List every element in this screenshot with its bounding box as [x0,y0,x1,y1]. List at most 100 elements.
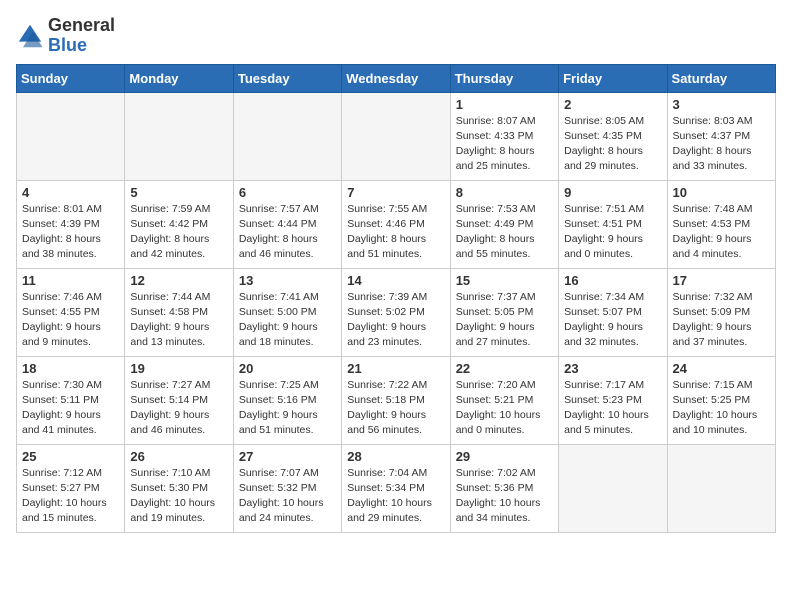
day-number: 19 [130,361,227,376]
logo-text-line2: Blue [48,36,115,56]
calendar-cell [125,92,233,180]
day-header-wednesday: Wednesday [342,64,450,92]
day-info: Sunrise: 7:22 AM Sunset: 5:18 PM Dayligh… [347,378,444,439]
day-number: 15 [456,273,553,288]
day-number: 11 [22,273,119,288]
day-info: Sunrise: 7:02 AM Sunset: 5:36 PM Dayligh… [456,466,553,527]
calendar-cell: 14 Sunrise: 7:39 AM Sunset: 5:02 PM Dayli… [342,268,450,356]
calendar-cell: 7Sunrise: 7:55 AM Sunset: 4:46 PM Daylig… [342,180,450,268]
day-header-sunday: Sunday [17,64,125,92]
day-info: Sunrise: 8:03 AM Sunset: 4:37 PM Dayligh… [673,114,770,175]
calendar-cell: 17 Sunrise: 7:32 AM Sunset: 5:09 PM Dayli… [667,268,775,356]
calendar-cell: 19 Sunrise: 7:27 AM Sunset: 5:14 PM Dayli… [125,356,233,444]
day-header-saturday: Saturday [667,64,775,92]
calendar-cell: 23 Sunrise: 7:17 AM Sunset: 5:23 PM Dayli… [559,356,667,444]
day-number: 2 [564,97,661,112]
day-info: Sunrise: 7:10 AM Sunset: 5:30 PM Dayligh… [130,466,227,527]
day-number: 6 [239,185,336,200]
calendar-cell: 1Sunrise: 8:07 AM Sunset: 4:33 PM Daylig… [450,92,558,180]
day-number: 16 [564,273,661,288]
calendar-week-3: 11 Sunrise: 7:46 AM Sunset: 4:55 PM Dayli… [17,268,776,356]
calendar-cell [559,444,667,532]
calendar-cell [233,92,341,180]
calendar-cell [667,444,775,532]
calendar-cell: 5 Sunrise: 7:59 AM Sunset: 4:42 PM Daylig… [125,180,233,268]
calendar-cell: 29Sunrise: 7:02 AM Sunset: 5:36 PM Dayli… [450,444,558,532]
day-number: 23 [564,361,661,376]
day-info: Sunrise: 7:53 AM Sunset: 4:49 PM Dayligh… [456,202,553,263]
day-number: 22 [456,361,553,376]
calendar-cell: 25Sunrise: 7:12 AM Sunset: 5:27 PM Dayli… [17,444,125,532]
day-info: Sunrise: 8:05 AM Sunset: 4:35 PM Dayligh… [564,114,661,175]
calendar-cell: 4 Sunrise: 8:01 AM Sunset: 4:39 PM Daylig… [17,180,125,268]
day-number: 9 [564,185,661,200]
day-number: 21 [347,361,444,376]
day-info: Sunrise: 7:46 AM Sunset: 4:55 PM Dayligh… [22,290,119,351]
calendar-cell: 10Sunrise: 7:48 AM Sunset: 4:53 PM Dayli… [667,180,775,268]
day-info: Sunrise: 7:32 AM Sunset: 5:09 PM Dayligh… [673,290,770,351]
calendar-cell: 24 Sunrise: 7:15 AM Sunset: 5:25 PM Dayli… [667,356,775,444]
day-number: 3 [673,97,770,112]
day-info: Sunrise: 7:37 AM Sunset: 5:05 PM Dayligh… [456,290,553,351]
calendar-table: SundayMondayTuesdayWednesdayThursdayFrid… [16,64,776,533]
day-number: 5 [130,185,227,200]
calendar-cell: 9 Sunrise: 7:51 AM Sunset: 4:51 PM Daylig… [559,180,667,268]
day-number: 24 [673,361,770,376]
day-info: Sunrise: 7:51 AM Sunset: 4:51 PM Dayligh… [564,202,661,263]
page-header: General Blue [16,16,776,56]
calendar-week-2: 4 Sunrise: 8:01 AM Sunset: 4:39 PM Daylig… [17,180,776,268]
day-info: Sunrise: 8:07 AM Sunset: 4:33 PM Dayligh… [456,114,553,175]
day-number: 14 [347,273,444,288]
calendar-week-1: 1Sunrise: 8:07 AM Sunset: 4:33 PM Daylig… [17,92,776,180]
logo-text-line1: General [48,16,115,36]
day-info: Sunrise: 7:41 AM Sunset: 5:00 PM Dayligh… [239,290,336,351]
day-info: Sunrise: 8:01 AM Sunset: 4:39 PM Dayligh… [22,202,119,263]
logo: General Blue [16,16,115,56]
calendar-cell [342,92,450,180]
calendar-cell: 18 Sunrise: 7:30 AM Sunset: 5:11 PM Dayli… [17,356,125,444]
day-number: 12 [130,273,227,288]
calendar-cell: 8 Sunrise: 7:53 AM Sunset: 4:49 PM Daylig… [450,180,558,268]
day-info: Sunrise: 7:39 AM Sunset: 5:02 PM Dayligh… [347,290,444,351]
day-header-tuesday: Tuesday [233,64,341,92]
calendar-cell: 2 Sunrise: 8:05 AM Sunset: 4:35 PM Daylig… [559,92,667,180]
calendar-cell: 21 Sunrise: 7:22 AM Sunset: 5:18 PM Dayli… [342,356,450,444]
calendar-cell: 28 Sunrise: 7:04 AM Sunset: 5:34 PM Dayli… [342,444,450,532]
day-number: 18 [22,361,119,376]
day-header-friday: Friday [559,64,667,92]
logo-icon [16,22,44,50]
calendar-week-4: 18 Sunrise: 7:30 AM Sunset: 5:11 PM Dayli… [17,356,776,444]
day-info: Sunrise: 7:34 AM Sunset: 5:07 PM Dayligh… [564,290,661,351]
day-number: 25 [22,449,119,464]
day-info: Sunrise: 7:17 AM Sunset: 5:23 PM Dayligh… [564,378,661,439]
calendar-cell [17,92,125,180]
calendar-cell: 3 Sunrise: 8:03 AM Sunset: 4:37 PM Daylig… [667,92,775,180]
day-header-monday: Monday [125,64,233,92]
day-number: 20 [239,361,336,376]
calendar-cell: 15 Sunrise: 7:37 AM Sunset: 5:05 PM Dayli… [450,268,558,356]
day-number: 4 [22,185,119,200]
day-number: 13 [239,273,336,288]
calendar-cell: 11 Sunrise: 7:46 AM Sunset: 4:55 PM Dayli… [17,268,125,356]
calendar-cell: 22Sunrise: 7:20 AM Sunset: 5:21 PM Dayli… [450,356,558,444]
day-header-thursday: Thursday [450,64,558,92]
calendar-cell: 12Sunrise: 7:44 AM Sunset: 4:58 PM Dayli… [125,268,233,356]
day-info: Sunrise: 7:27 AM Sunset: 5:14 PM Dayligh… [130,378,227,439]
calendar-cell: 26 Sunrise: 7:10 AM Sunset: 5:30 PM Dayli… [125,444,233,532]
day-info: Sunrise: 7:07 AM Sunset: 5:32 PM Dayligh… [239,466,336,527]
day-number: 7 [347,185,444,200]
day-info: Sunrise: 7:59 AM Sunset: 4:42 PM Dayligh… [130,202,227,263]
day-info: Sunrise: 7:57 AM Sunset: 4:44 PM Dayligh… [239,202,336,263]
day-number: 28 [347,449,444,464]
day-number: 26 [130,449,227,464]
calendar-cell: 13 Sunrise: 7:41 AM Sunset: 5:00 PM Dayli… [233,268,341,356]
day-number: 17 [673,273,770,288]
day-info: Sunrise: 7:04 AM Sunset: 5:34 PM Dayligh… [347,466,444,527]
calendar-cell: 16 Sunrise: 7:34 AM Sunset: 5:07 PM Dayli… [559,268,667,356]
day-number: 8 [456,185,553,200]
calendar-cell: 20Sunrise: 7:25 AM Sunset: 5:16 PM Dayli… [233,356,341,444]
calendar-cell: 27Sunrise: 7:07 AM Sunset: 5:32 PM Dayli… [233,444,341,532]
day-info: Sunrise: 7:15 AM Sunset: 5:25 PM Dayligh… [673,378,770,439]
day-number: 10 [673,185,770,200]
day-info: Sunrise: 7:30 AM Sunset: 5:11 PM Dayligh… [22,378,119,439]
